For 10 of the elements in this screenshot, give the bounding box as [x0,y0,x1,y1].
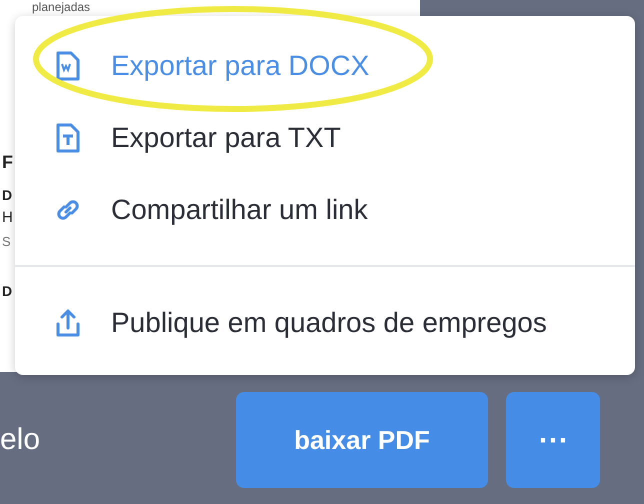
document-text: D [2,187,12,203]
document-text: F [2,152,13,173]
menu-item[interactable]: Compartilhar um link [15,174,635,246]
document-text: planejadas [32,0,90,14]
menu-item[interactable]: Publique em quadros de empregos [15,287,635,359]
document-text: S [2,234,11,249]
document-text: D [2,283,12,299]
footer-text: elo [0,423,40,457]
menu-item[interactable]: Exportar para TXT [15,102,635,174]
document-text: H [2,209,13,226]
